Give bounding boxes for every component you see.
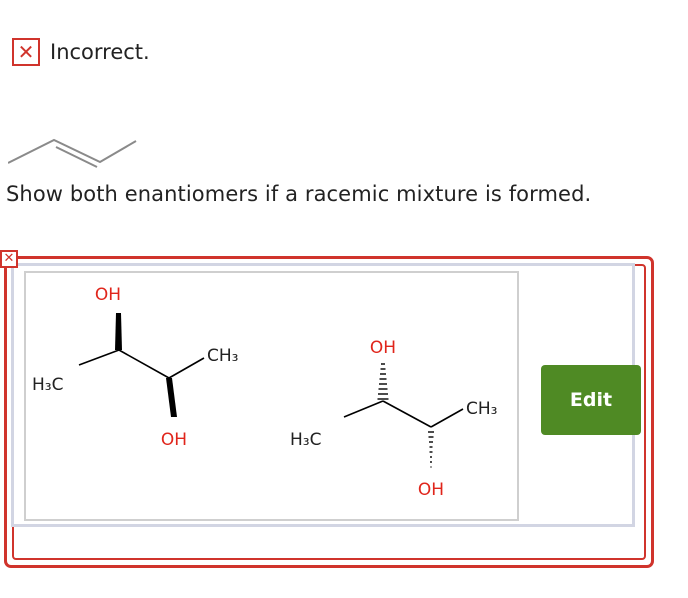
mol1-oh-bottom-label: OH [161,430,187,450]
mol1-bond-middle [118,349,170,379]
molecule-2: OH H₃C CH₃ OH [290,338,497,500]
mol1-oh-top-label: OH [95,285,121,305]
mol1-bond-right [168,357,205,379]
mol1-bond-left [78,349,120,366]
question-text: Show both enantiomers if a racemic mixtu… [6,182,592,206]
mol2-bond-middle [382,400,432,428]
mol1-ch3-label: CH₃ [207,346,238,366]
molecule-drawing-area[interactable]: OH H₃C CH₃ OH OH H₃C CH₃ OH [24,271,519,521]
mol2-oh-top-label: OH [370,338,396,358]
feedback-status: ✕ Incorrect. [12,38,150,66]
butene-structure-image [8,138,137,168]
mol1-h3c-label: H₃C [32,375,63,395]
answer-box: OH H₃C CH₃ OH OH H₃C CH₃ OH Edit [4,256,654,568]
mol2-bond-right [430,408,464,428]
edit-button[interactable]: Edit [541,365,641,435]
molecule-svg: OH H₃C CH₃ OH OH H₃C CH₃ OH [32,285,497,500]
close-icon: ✕ [12,38,40,66]
mol1-wedge-bond-bottom [166,378,177,417]
status-text: Incorrect. [50,40,150,64]
molecule-1: OH H₃C CH₃ OH [32,285,238,450]
close-icon: ✕ [0,250,18,268]
answer-panel: OH H₃C CH₃ OH OH H₃C CH₃ OH Edit [11,263,641,527]
mol2-bond-left [343,400,384,418]
mol2-h3c-label: H₃C [290,430,321,450]
mol2-hash-bond-bottom [428,431,434,468]
mol2-ch3-label: CH₃ [466,399,497,419]
mol1-wedge-bond-top [115,313,122,350]
mol2-oh-bottom-label: OH [418,480,444,500]
mol2-hash-bond-top [377,363,389,400]
